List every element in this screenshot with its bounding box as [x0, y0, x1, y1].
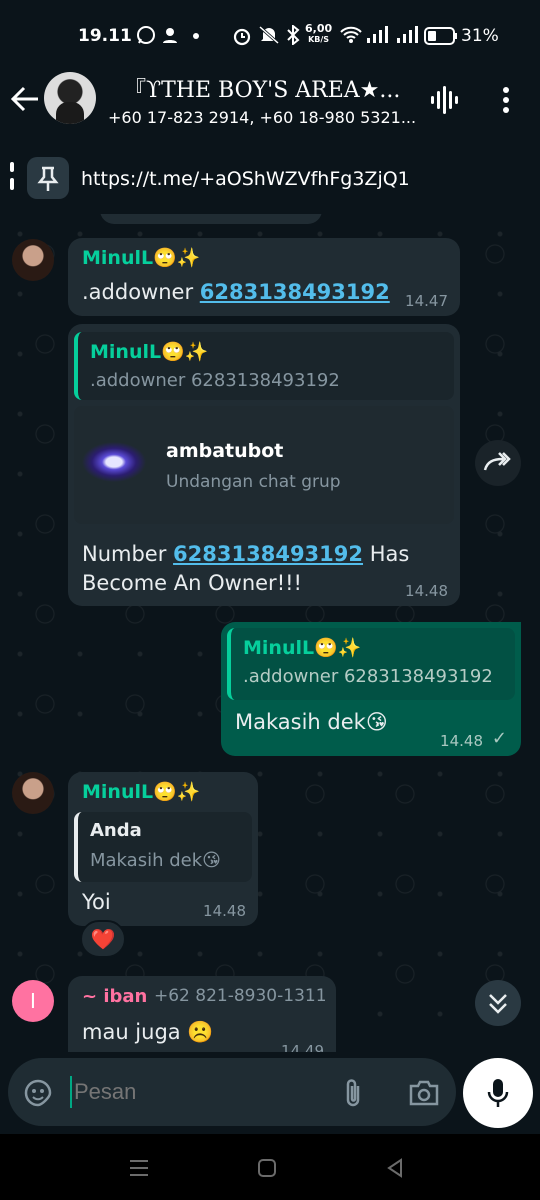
group-invite-card[interactable]: ambatubot Undangan chat grup [74, 406, 454, 524]
message-input[interactable] [74, 1074, 314, 1110]
quote-text: Makasih dek😘 [90, 850, 221, 871]
text-cursor [70, 1076, 72, 1108]
wifi-icon [340, 26, 362, 49]
phone-link[interactable]: 6283138493192 [200, 280, 390, 304]
pinned-link[interactable]: https://t.me/+aOShWZVfhFg3ZjQ1 [81, 168, 410, 190]
message-bubble[interactable]: MinulL🙄✨ Anda Makasih dek😘 Yoi 14.48 [68, 772, 258, 926]
attach-icon[interactable] [342, 1076, 364, 1114]
group-title[interactable]: 『ϒTHE BOY'S AREA★... [124, 72, 414, 104]
quote-sender: MinulL🙄✨ [90, 341, 209, 363]
back-nav-icon[interactable] [385, 1158, 405, 1182]
message-bubble-outgoing[interactable]: MinulL🙄✨ .addowner 6283138493192 Makasih… [221, 622, 521, 756]
message-bubble[interactable]: ~ iban +62 821-8930-1311 mau juga ☹️ 14.… [68, 976, 336, 1052]
sender-name[interactable]: MinulL🙄✨ [82, 780, 200, 803]
back-arrow-icon[interactable] [10, 86, 40, 116]
network-speed: 6,00 KB/S [305, 22, 333, 44]
sender-phone: +62 821-8930-1311 [154, 986, 327, 1006]
voice-record-button[interactable] [463, 1058, 533, 1128]
chat-area[interactable]: MinulL🙄✨ .addowner 6283138493192 14.47 M… [0, 214, 540, 1052]
recent-apps-icon[interactable] [128, 1158, 150, 1182]
message-text: .addowner 6283138493192 [82, 280, 390, 304]
sender-name[interactable]: MinulL🙄✨ [82, 246, 200, 269]
phone-link[interactable]: 6283138493192 [173, 542, 363, 566]
whatsapp-icon [136, 25, 156, 50]
pin-indicator [10, 162, 14, 172]
bluetooth-icon [286, 23, 300, 50]
pin-icon [27, 157, 69, 199]
group-avatar[interactable] [44, 72, 96, 124]
sent-tick-icon: ✓ [491, 728, 507, 749]
message-time: 14.49 [281, 1042, 324, 1052]
quoted-message[interactable]: Anda Makasih dek😘 [74, 812, 252, 882]
invite-title: ambatubot [166, 440, 284, 462]
microphone-icon [487, 1077, 509, 1113]
message-time: 14.48 [405, 582, 448, 600]
scroll-to-bottom-button[interactable] [475, 980, 521, 1026]
message-bubble[interactable]: MinulL🙄✨ .addowner 6283138493192 14.47 [68, 238, 460, 316]
forward-button[interactable] [475, 440, 521, 486]
battery-percent: 31% [461, 26, 499, 46]
quoted-message[interactable]: MinulL🙄✨ .addowner 6283138493192 [74, 332, 454, 400]
message-time: 14.48 [440, 732, 483, 750]
message-text: mau juga ☹️ [82, 1020, 214, 1044]
sender-avatar[interactable] [12, 239, 54, 281]
quote-sender: MinulL🙄✨ [243, 637, 362, 659]
battery-icon [424, 27, 458, 50]
forward-icon [475, 452, 521, 490]
message-text: Yoi [82, 890, 111, 914]
signal-icon-1 [366, 26, 388, 49]
bot-avatar [82, 442, 146, 482]
home-icon[interactable] [257, 1158, 277, 1182]
sticker-icon[interactable] [22, 1077, 54, 1113]
signal-icon-2 [396, 26, 418, 49]
notification-dot [193, 33, 199, 39]
camera-icon[interactable] [408, 1080, 440, 1110]
group-members[interactable]: +60 17-823 2914, +60 18-980 5321... [108, 108, 418, 127]
previous-message-fragment [100, 214, 322, 224]
reaction-badge[interactable]: ❤️ [80, 920, 126, 958]
message-time: 14.47 [405, 292, 448, 310]
quote-text: .addowner 6283138493192 [243, 666, 493, 687]
message-bubble[interactable]: MinulL🙄✨ .addowner 6283138493192 ambatub… [68, 324, 460, 606]
voice-chat-icon[interactable] [429, 86, 459, 118]
message-input-container[interactable] [8, 1058, 456, 1126]
menu-dots-icon[interactable] [502, 86, 510, 118]
double-chevron-down-icon [475, 994, 521, 1030]
sender-avatar[interactable] [12, 772, 54, 814]
mute-icon [258, 25, 280, 50]
message-time: 14.48 [203, 902, 246, 920]
composer-bar [0, 1052, 540, 1134]
quoted-message[interactable]: MinulL🙄✨ .addowner 6283138493192 [227, 628, 515, 700]
invite-subtitle: Undangan chat grup [166, 472, 341, 492]
contacts-icon [162, 26, 182, 49]
alarm-icon [232, 26, 252, 51]
sender-name[interactable]: ~ iban [82, 986, 147, 1007]
status-time: 19.11 [78, 26, 132, 46]
pin-indicator [10, 178, 14, 190]
message-text: Makasih dek😘 [235, 710, 388, 734]
message-text: Number 6283138493192 Has Become An Owner!… [82, 542, 410, 595]
quote-sender: Anda [90, 820, 142, 841]
sender-avatar-letter[interactable]: I [12, 980, 54, 1022]
pinned-message-bar[interactable]: https://t.me/+aOShWZVfhFg3ZjQ1 [0, 148, 540, 214]
quote-text: .addowner 6283138493192 [90, 370, 340, 391]
system-nav-bar [0, 1134, 540, 1200]
status-bar: 19.11 6,00 KB/S 31% [0, 0, 540, 70]
